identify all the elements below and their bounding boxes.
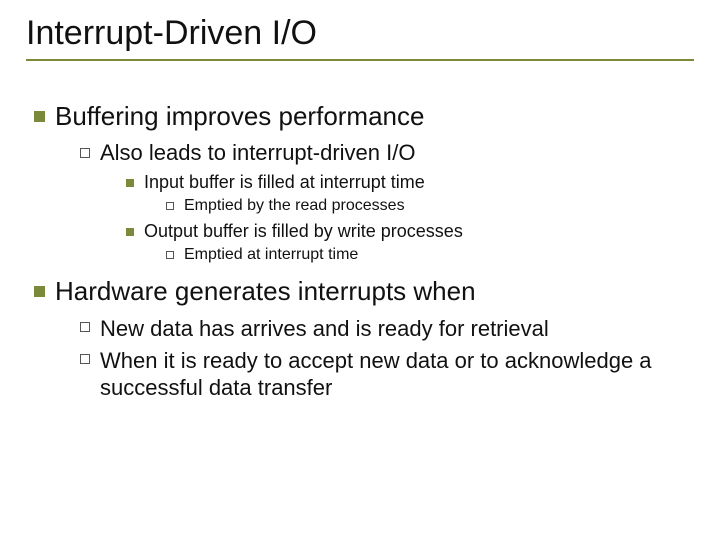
slide-title: Interrupt-Driven I/O [26, 14, 694, 53]
hollow-square-icon [80, 354, 90, 364]
square-bullet-icon [126, 179, 134, 187]
bullet-level2: Also leads to interrupt-driven I/O [80, 140, 694, 166]
bullet-level4: Emptied by the read processes [166, 197, 694, 215]
bullet-text: Input buffer is filled at interrupt time [144, 172, 425, 193]
hollow-square-icon [80, 322, 90, 332]
bullet-level4: Emptied at interrupt time [166, 246, 694, 264]
bullet-text: When it is ready to accept new data or t… [100, 347, 694, 402]
slide-body: Buffering improves performance Also lead… [34, 101, 694, 402]
bullet-level3: Input buffer is filled at interrupt time [126, 172, 694, 193]
square-bullet-icon [34, 286, 45, 297]
square-bullet-icon [34, 111, 45, 122]
bullet-text: Hardware generates interrupts when [55, 276, 476, 307]
hollow-square-icon [80, 148, 90, 158]
bullet-level3: Output buffer is filled by write process… [126, 221, 694, 242]
bullet-text: New data has arrives and is ready for re… [100, 315, 549, 343]
bullet-level1: Buffering improves performance [34, 101, 694, 132]
bullet-text: Also leads to interrupt-driven I/O [100, 140, 415, 166]
square-bullet-icon [126, 228, 134, 236]
bullet-level2: When it is ready to accept new data or t… [80, 347, 694, 402]
bullet-level2: New data has arrives and is ready for re… [80, 315, 694, 343]
hollow-square-icon [166, 251, 174, 259]
bullet-text: Buffering improves performance [55, 101, 424, 132]
slide: Interrupt-Driven I/O Buffering improves … [0, 0, 720, 540]
bullet-text: Emptied at interrupt time [184, 246, 358, 264]
title-rule [26, 59, 694, 61]
bullet-text: Output buffer is filled by write process… [144, 221, 463, 242]
bullet-level1: Hardware generates interrupts when [34, 276, 694, 307]
hollow-square-icon [166, 202, 174, 210]
bullet-text: Emptied by the read processes [184, 197, 405, 215]
